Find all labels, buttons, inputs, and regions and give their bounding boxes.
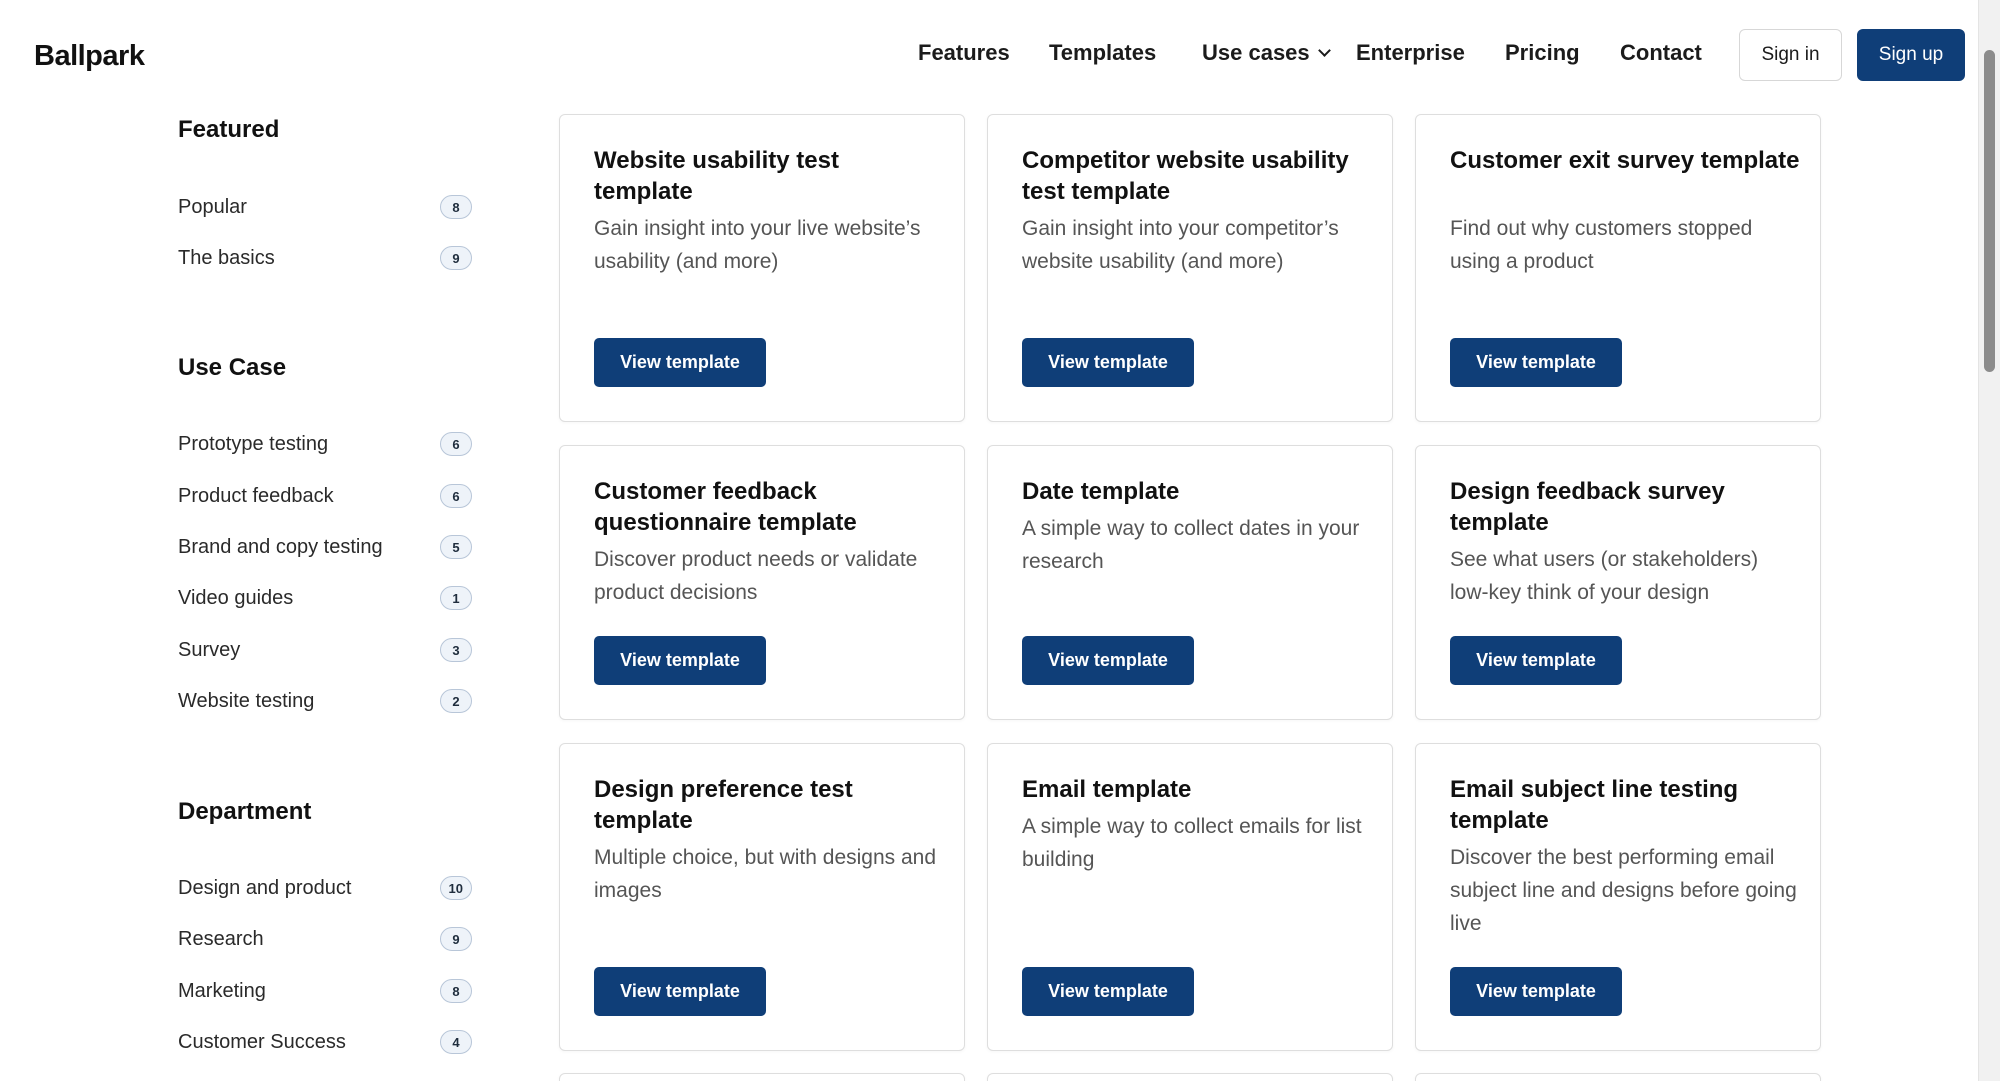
vertical-scrollbar[interactable]	[1978, 0, 2000, 1081]
template-card-partial	[1415, 1073, 1821, 1081]
sidebar-item-website-testing[interactable]: Website testing 2	[178, 685, 472, 717]
view-template-button[interactable]: View template	[1450, 338, 1622, 387]
sidebar-item-research[interactable]: Research 9	[178, 923, 472, 955]
template-card: Email template A simple way to collect e…	[987, 743, 1393, 1051]
view-template-button[interactable]: View template	[1022, 967, 1194, 1016]
card-description: Multiple choice, but with designs and im…	[594, 846, 937, 902]
card-description: Find out why customers stopped using a p…	[1450, 217, 1753, 273]
card-description: Gain insight into your live website’s us…	[594, 217, 921, 273]
count-badge: 9	[440, 246, 472, 270]
use-case-heading: Use Case	[178, 354, 287, 381]
sidebar-item-prototype-testing[interactable]: Prototype testing 6	[178, 428, 472, 460]
sidebar-item-label: Design and product	[178, 876, 352, 899]
department-heading: Department	[178, 798, 312, 825]
template-card: Design feedback survey template See what…	[1415, 445, 1821, 720]
count-badge: 6	[440, 484, 472, 508]
card-description: Gain insight into your competitor’s webs…	[1022, 217, 1339, 273]
site-header: Ballpark Features Templates Use cases En…	[0, 0, 1980, 110]
card-title: Date template	[1022, 478, 1180, 505]
sidebar-item-label: Popular	[178, 195, 247, 218]
sidebar-item-label: Marketing	[178, 979, 266, 1002]
sign-up-button[interactable]: Sign up	[1857, 29, 1965, 81]
card-title: Customer exit survey template	[1450, 147, 1800, 174]
view-template-button[interactable]: View template	[1450, 967, 1622, 1016]
sidebar-item-label: Video guides	[178, 586, 294, 609]
card-title: Design preference test template	[594, 776, 853, 834]
sign-in-button[interactable]: Sign in	[1739, 29, 1842, 81]
template-card-partial	[559, 1073, 965, 1081]
card-title: Email template	[1022, 776, 1192, 803]
sidebar-item-label: Brand and copy testing	[178, 535, 383, 558]
scrollbar-thumb[interactable]	[1984, 50, 1995, 372]
sidebar-item-label: Website testing	[178, 689, 315, 712]
template-card: Design preference test template Multiple…	[559, 743, 965, 1051]
view-template-button[interactable]: View template	[1450, 636, 1622, 685]
sidebar-item-the-basics[interactable]: The basics 9	[178, 242, 472, 274]
count-badge: 2	[440, 689, 472, 713]
sidebar-item-design-and-product[interactable]: Design and product 10	[178, 872, 472, 904]
sidebar-item-label: Survey	[178, 638, 241, 661]
card-description: A simple way to collect dates in your re…	[1022, 517, 1360, 573]
view-template-button[interactable]: View template	[594, 967, 766, 1016]
count-badge: 8	[440, 195, 472, 219]
sidebar-item-label: Research	[178, 927, 264, 950]
card-title: Competitor website usability test templa…	[1022, 147, 1349, 205]
count-badge: 8	[440, 979, 472, 1003]
sidebar-item-label: Product feedback	[178, 484, 334, 507]
ballpark-logo[interactable]: Ballpark	[34, 40, 145, 73]
nav-contact[interactable]: Contact	[1620, 40, 1702, 66]
card-description: Discover the best performing email subje…	[1450, 846, 1797, 935]
featured-heading: Featured	[178, 116, 280, 143]
count-badge: 1	[440, 586, 472, 610]
nav-use-cases[interactable]: Use cases	[1202, 40, 1331, 66]
nav-use-cases-label: Use cases	[1202, 40, 1310, 65]
card-description: A simple way to collect emails for list …	[1022, 815, 1362, 871]
sidebar-item-label: The basics	[178, 246, 275, 269]
template-card: Date template A simple way to collect da…	[987, 445, 1393, 720]
count-badge: 6	[440, 432, 472, 456]
view-template-button[interactable]: View template	[1022, 636, 1194, 685]
count-badge: 10	[439, 876, 472, 900]
card-title: Email subject line testing template	[1450, 776, 1739, 834]
sidebar-item-product-feedback[interactable]: Product feedback 6	[178, 480, 472, 512]
count-badge: 5	[440, 535, 472, 559]
sidebar-item-marketing[interactable]: Marketing 8	[178, 975, 472, 1007]
sidebar-item-label: Customer Success	[178, 1030, 346, 1053]
card-title: Design feedback survey template	[1450, 478, 1725, 536]
sidebar-item-brand-and-copy-testing[interactable]: Brand and copy testing 5	[178, 531, 472, 563]
sidebar-item-video-guides[interactable]: Video guides 1	[178, 582, 472, 614]
view-template-button[interactable]: View template	[594, 636, 766, 685]
nav-pricing[interactable]: Pricing	[1505, 40, 1580, 66]
nav-enterprise[interactable]: Enterprise	[1356, 40, 1465, 66]
template-card: Customer feedback questionnaire template…	[559, 445, 965, 720]
template-card: Competitor website usability test templa…	[987, 114, 1393, 422]
chevron-down-icon	[1317, 44, 1331, 57]
nav-templates[interactable]: Templates	[1049, 40, 1156, 66]
count-badge: 3	[440, 638, 472, 662]
view-template-button[interactable]: View template	[1022, 338, 1194, 387]
sidebar-item-survey[interactable]: Survey 3	[178, 634, 472, 666]
nav-features[interactable]: Features	[918, 40, 1010, 66]
card-description: Discover product needs or validate produ…	[594, 548, 918, 604]
view-template-button[interactable]: View template	[594, 338, 766, 387]
template-card-partial	[987, 1073, 1393, 1081]
card-title: Customer feedback questionnaire template	[594, 478, 857, 536]
template-card: Website usability test template Gain ins…	[559, 114, 965, 422]
sidebar-item-popular[interactable]: Popular 8	[178, 191, 472, 223]
count-badge: 9	[440, 927, 472, 951]
template-card: Customer exit survey template Find out w…	[1415, 114, 1821, 422]
template-card: Email subject line testing template Disc…	[1415, 743, 1821, 1051]
sidebar-item-label: Prototype testing	[178, 432, 329, 455]
card-title: Website usability test template	[594, 147, 839, 205]
card-description: See what users (or stakeholders) low-key…	[1450, 548, 1759, 604]
sidebar-item-customer-success[interactable]: Customer Success 4	[178, 1026, 472, 1058]
count-badge: 4	[440, 1030, 472, 1054]
